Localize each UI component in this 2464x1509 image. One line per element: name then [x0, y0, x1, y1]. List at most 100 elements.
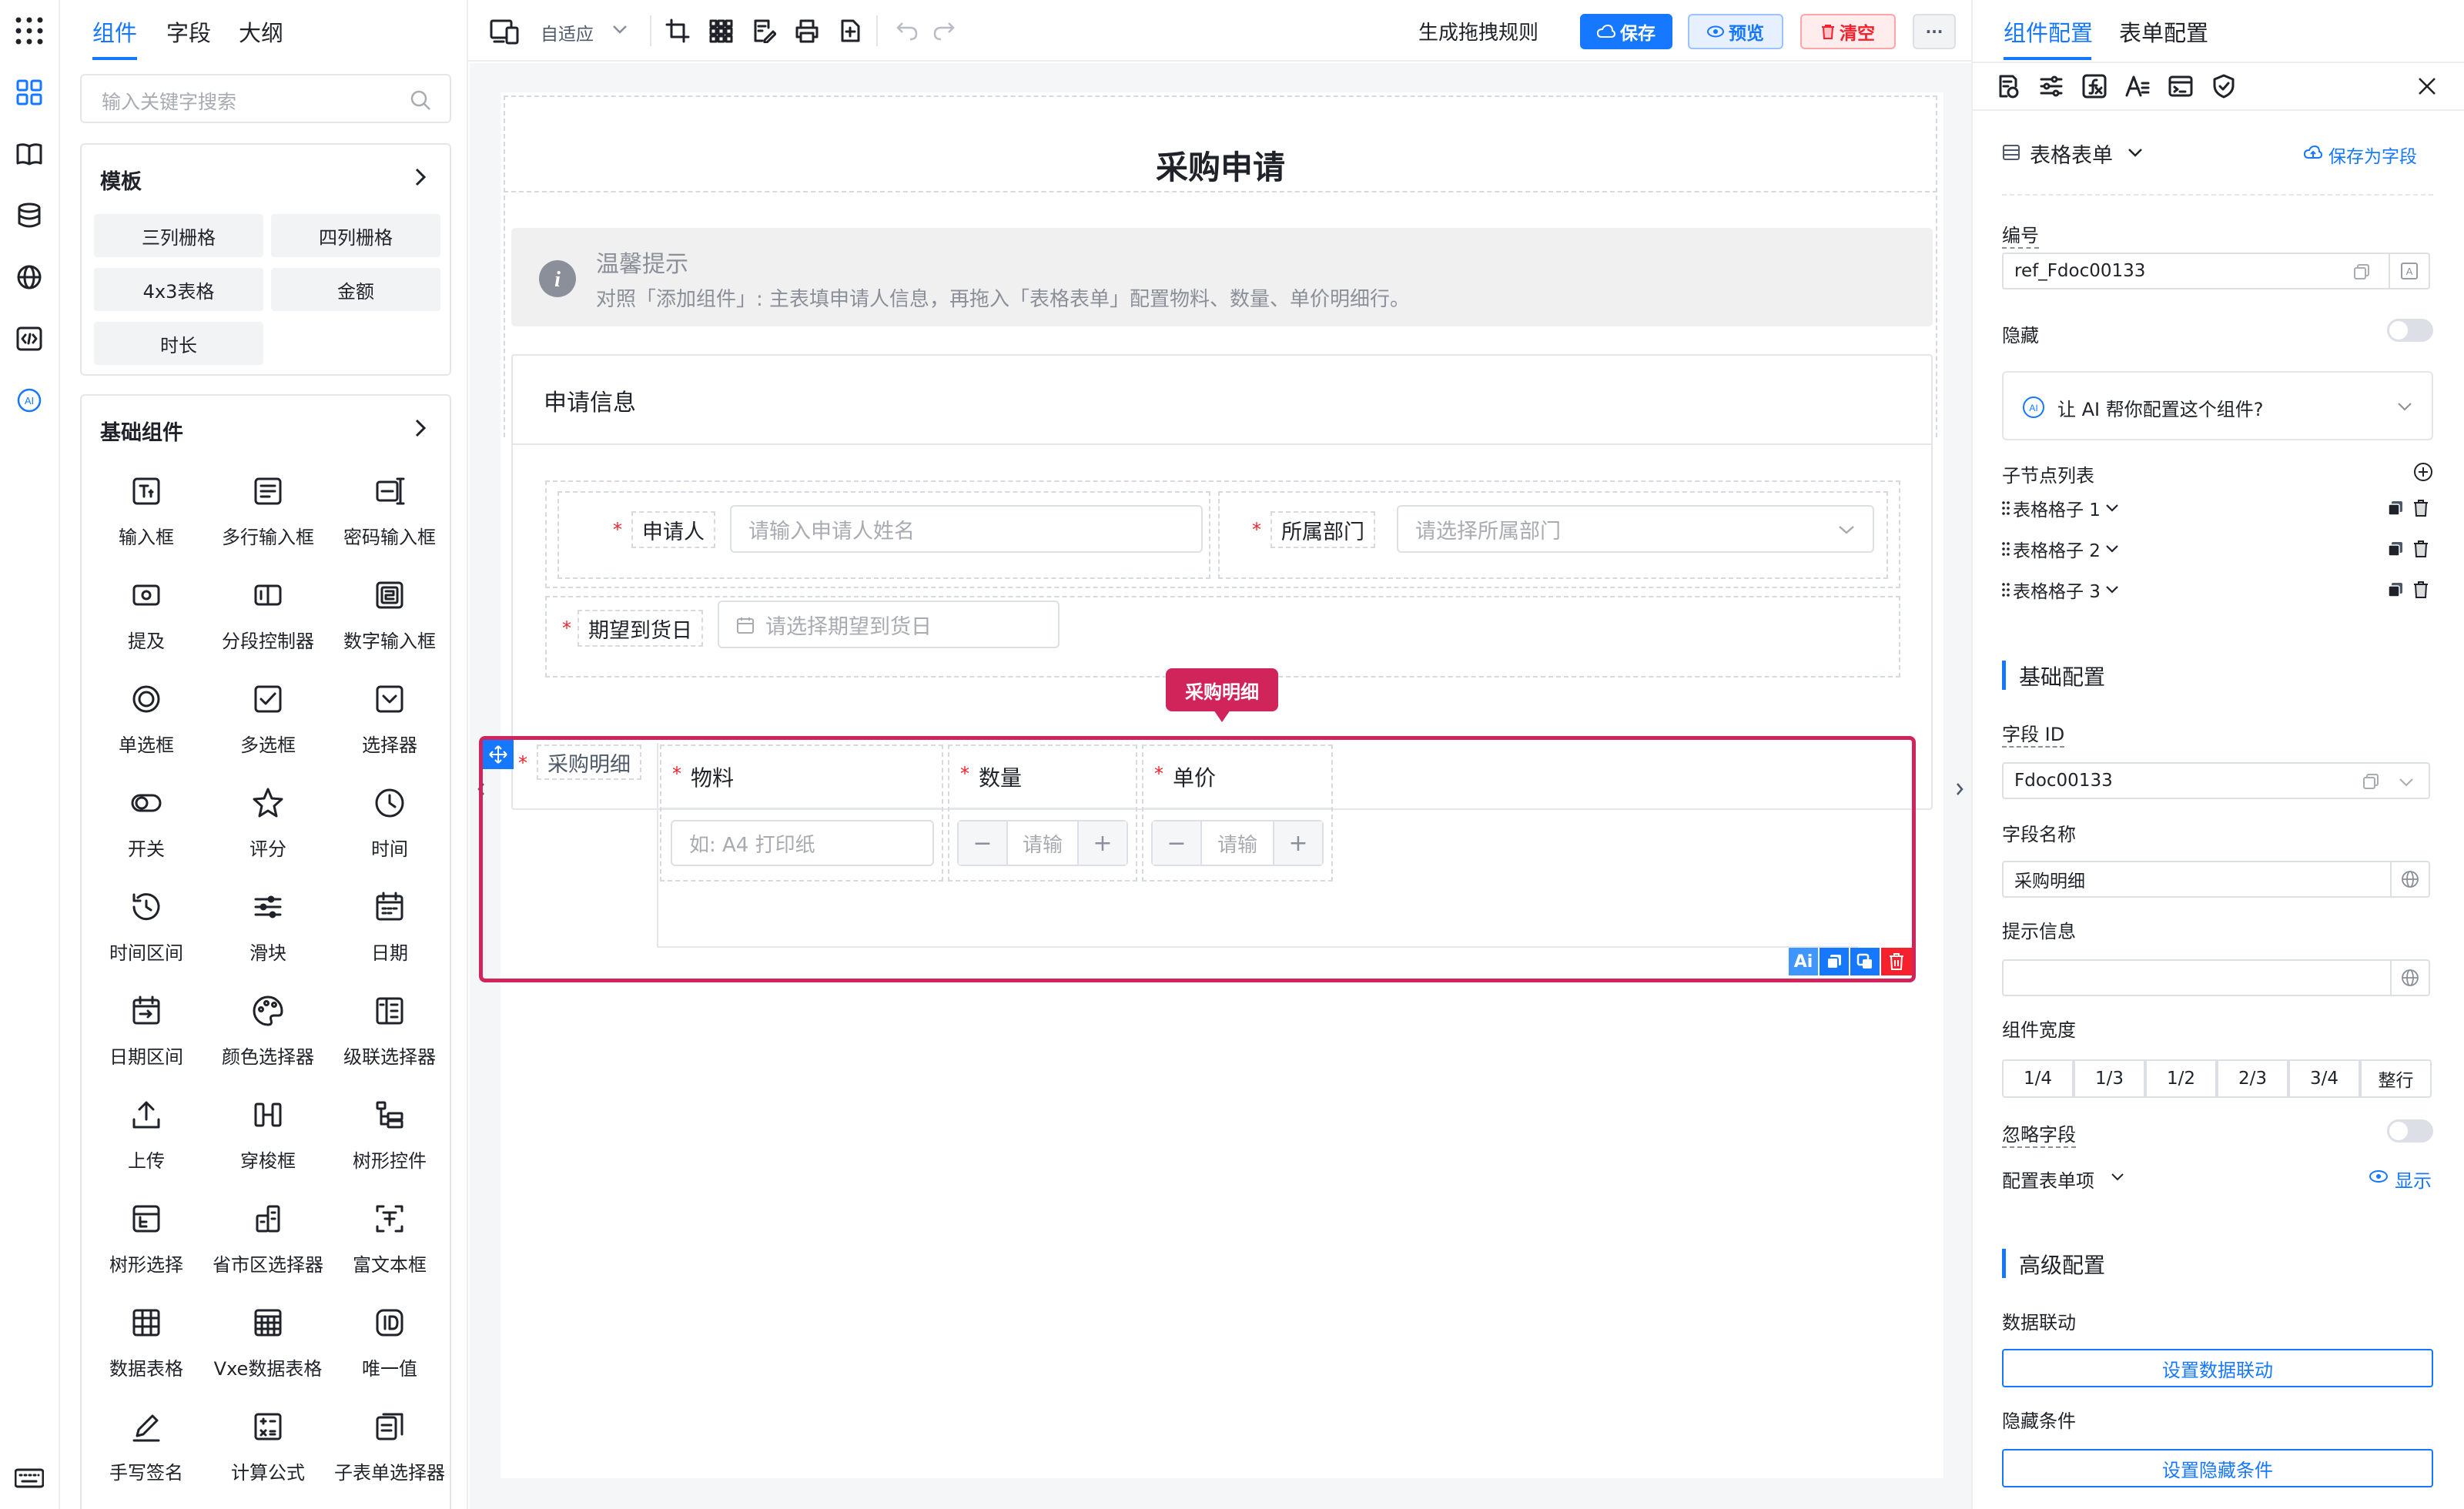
component-rich-text[interactable]: 富文本框 — [328, 1188, 451, 1294]
quantity-placeholder[interactable]: 请输 — [1008, 821, 1077, 865]
chevron-down-icon[interactable] — [2105, 544, 2119, 554]
export-icon[interactable] — [838, 18, 862, 43]
tab-fields[interactable]: 字段 — [166, 15, 211, 48]
chevron-down-icon[interactable] — [2127, 146, 2144, 159]
function-icon[interactable] — [2082, 74, 2107, 99]
eye-icon[interactable] — [2369, 1169, 2389, 1184]
template-four-col[interactable]: 四列栅格 — [271, 214, 440, 257]
chevron-down-icon[interactable] — [2105, 504, 2119, 513]
width-option[interactable]: 1/4 — [2002, 1059, 2074, 1098]
chevron-right-icon[interactable] — [413, 166, 428, 188]
component-slider[interactable]: 滑块 — [206, 876, 330, 982]
component-calculator[interactable]: 计算公式 — [206, 1396, 330, 1502]
copy-icon[interactable] — [2353, 263, 2370, 280]
component-history[interactable]: 时间区间 — [85, 876, 208, 982]
shield-icon[interactable] — [2211, 74, 2236, 99]
component-mention[interactable]: 提及 — [85, 564, 208, 671]
delivery-date-picker[interactable]: 请选择期望到货日 — [718, 601, 1060, 648]
copy-icon[interactable] — [2387, 540, 2404, 557]
apps-grid-icon[interactable] — [14, 15, 45, 46]
database-icon[interactable] — [14, 200, 45, 231]
child-node-item[interactable]: 表格格子 2 — [2002, 534, 2433, 564]
book-icon[interactable] — [14, 139, 45, 169]
component-date-range[interactable]: 日期区间 — [85, 980, 208, 1086]
globe-icon[interactable] — [2390, 961, 2429, 995]
component-segmented[interactable]: 分段控制器 — [206, 564, 330, 671]
template-three-col[interactable]: 三列栅格 — [94, 214, 263, 257]
adjust-icon[interactable] — [2039, 74, 2064, 99]
chevron-down-icon[interactable] — [2398, 776, 2415, 788]
quantity-stepper[interactable]: − 请输 + — [957, 820, 1128, 866]
components-icon[interactable] — [14, 77, 45, 108]
material-input[interactable]: 如: A4 打印纸 — [671, 820, 934, 866]
width-option[interactable]: 2/3 — [2217, 1059, 2288, 1098]
more-button[interactable]: ··· — [1913, 14, 1956, 49]
child-node-item[interactable]: 表格格子 3 — [2002, 574, 2433, 605]
undo-icon[interactable] — [895, 20, 919, 42]
component-password[interactable]: 密码输入框 — [328, 460, 451, 567]
text-style-icon[interactable] — [2125, 74, 2150, 99]
component-id[interactable]: 唯一值 — [328, 1292, 451, 1398]
search-input[interactable]: 输入关键字搜索 — [80, 74, 451, 123]
trash-icon[interactable] — [2413, 500, 2429, 517]
plus-icon[interactable]: + — [1273, 821, 1322, 865]
tip-input[interactable] — [2002, 959, 2430, 996]
width-option[interactable]: 整行 — [2360, 1059, 2432, 1098]
ref-input[interactable]: ref_Fdoc00133 A — [2002, 253, 2430, 289]
tab-components[interactable]: 组件 — [92, 15, 137, 48]
keyboard-icon[interactable] — [14, 1463, 45, 1494]
component-tree-select[interactable]: 树形选择 — [85, 1188, 208, 1294]
chevron-down-icon[interactable] — [2105, 585, 2119, 594]
component-cascader[interactable]: 级联选择器 — [328, 980, 451, 1086]
code-icon[interactable] — [14, 323, 45, 354]
template-duration[interactable]: 时长 — [94, 322, 263, 365]
component-palette[interactable]: 颜色选择器 — [206, 980, 330, 1086]
field-id-input[interactable]: Fdoc00133 — [2002, 762, 2430, 799]
preview-button[interactable]: 预览 — [1688, 14, 1783, 49]
trash-icon[interactable] — [2413, 540, 2429, 557]
form-items-label[interactable]: 配置表单项 — [2002, 1166, 2094, 1193]
component-radio[interactable]: 单选框 — [85, 668, 208, 775]
copy-icon[interactable] — [2362, 773, 2379, 790]
save-as-field-button[interactable]: 保存为字段 — [2328, 142, 2417, 168]
component-subform[interactable]: 子表单选择器 — [328, 1396, 451, 1502]
generate-drag-rules-button[interactable]: 生成拖拽规则 — [1418, 17, 1538, 45]
chevron-down-icon[interactable] — [611, 23, 628, 35]
clear-button[interactable]: 清空 — [1800, 14, 1896, 49]
copy-icon[interactable] — [2387, 581, 2404, 598]
ai-assist-panel[interactable]: AI 让 AI 帮你配置这个组件? — [2002, 371, 2433, 440]
minus-icon[interactable]: − — [959, 821, 1008, 865]
width-option[interactable]: 1/2 — [2145, 1059, 2217, 1098]
tab-form-config[interactable]: 表单配置 — [2119, 15, 2208, 48]
plus-icon[interactable]: + — [1077, 821, 1127, 865]
component-textarea[interactable]: 多行输入框 — [206, 460, 330, 567]
collapse-right-icon[interactable] — [1950, 762, 1970, 816]
tab-component-config[interactable]: 组件配置 — [2004, 15, 2093, 48]
add-child-icon[interactable] — [2413, 462, 2433, 482]
chevron-down-icon[interactable] — [2110, 1172, 2125, 1183]
component-type[interactable]: 表格表单 — [2030, 139, 2113, 169]
drag-dots-icon[interactable] — [2002, 582, 2013, 597]
ai-icon[interactable]: AI — [14, 385, 45, 416]
component-transfer[interactable]: 穿梭框 — [206, 1084, 330, 1190]
form-props-icon[interactable] — [1996, 74, 2020, 99]
copy-icon[interactable] — [1820, 948, 1849, 975]
component-signature[interactable]: 手写签名 — [85, 1396, 208, 1502]
grid-icon[interactable] — [708, 18, 733, 43]
drag-dots-icon[interactable] — [2002, 500, 2013, 516]
crop-icon[interactable] — [665, 18, 690, 43]
applicant-input[interactable]: 请输入申请人姓名 — [730, 505, 1203, 553]
adaptive-select[interactable]: 自适应 — [541, 19, 594, 45]
component-upload[interactable]: 上传 — [85, 1084, 208, 1190]
component-calendar[interactable]: 日期 — [328, 876, 451, 982]
field-name-input[interactable]: 采购明细 — [2002, 861, 2430, 898]
component-star[interactable]: 评分 — [206, 772, 330, 878]
drag-handle-icon[interactable] — [483, 740, 514, 769]
ignore-toggle[interactable] — [2387, 1119, 2433, 1143]
ai-action-button[interactable]: Ai — [1789, 948, 1818, 975]
set-linkage-button[interactable]: 设置数据联动 — [2002, 1349, 2433, 1387]
template-amount[interactable]: 金额 — [271, 268, 440, 311]
redo-icon[interactable] — [932, 20, 956, 42]
width-option[interactable]: 3/4 — [2288, 1059, 2360, 1098]
cloud-save-icon[interactable] — [2304, 145, 2322, 160]
